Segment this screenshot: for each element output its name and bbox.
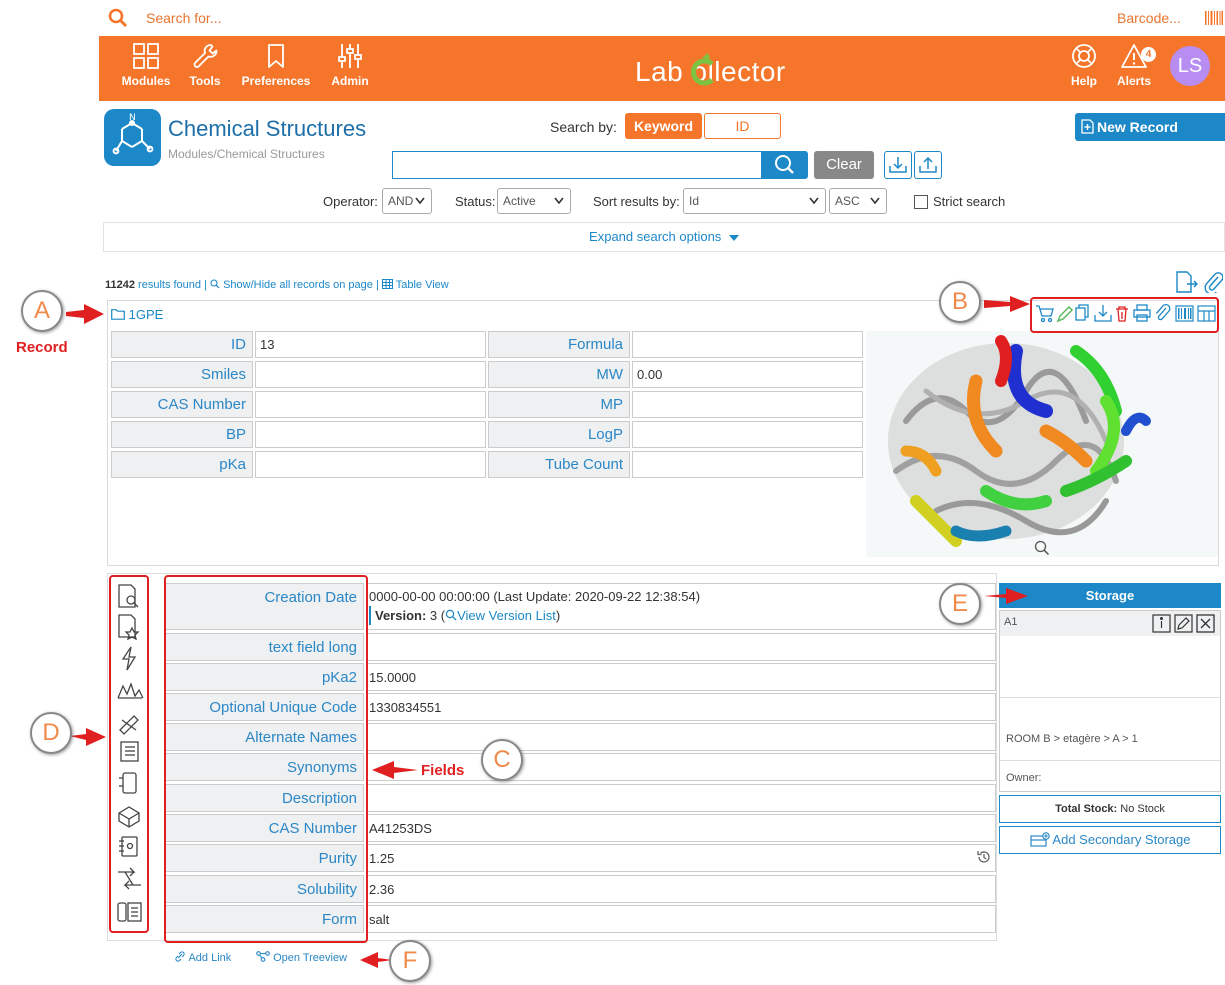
annotation-label-record: Record [16, 339, 68, 356]
annotation-marker-f: F [389, 940, 431, 982]
annotation-label-fields: Fields [421, 762, 465, 779]
annotation-marker-e: E [939, 583, 981, 625]
arrow-d [70, 728, 106, 746]
arrow-c [372, 761, 418, 779]
annotation-marker-d: D [30, 712, 72, 754]
annotation-marker-a: A [21, 290, 63, 332]
annotation-arrows [66, 296, 1030, 968]
annotation-marker-b: B [939, 281, 981, 323]
arrow-f [360, 952, 392, 968]
arrow-a [66, 304, 104, 324]
annotation-marker-c: C [481, 739, 523, 781]
arrow-e [984, 588, 1028, 604]
arrow-b [984, 296, 1030, 312]
